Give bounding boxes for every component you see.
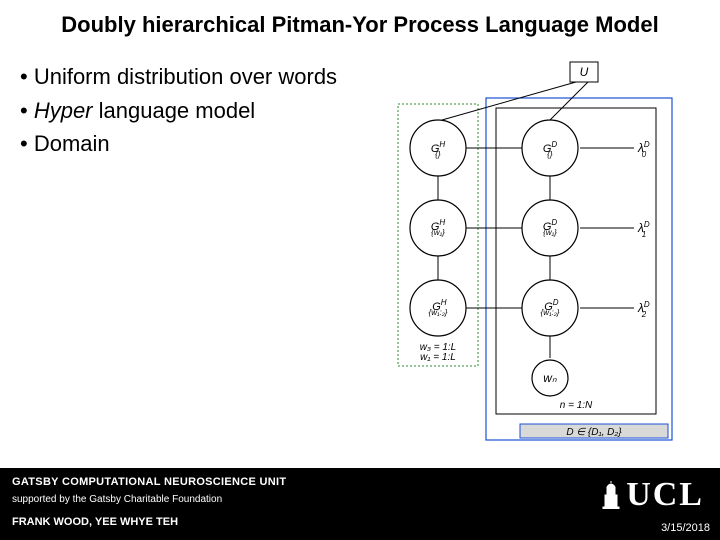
left-node-0: GH{} [431,140,446,159]
ucl-dome-icon [602,481,620,509]
n-plate-label: n = 1:N [560,400,593,411]
wn-node: wₙ [543,371,557,385]
footer-unit: GATSBY COMPUTATIONAL NEUROSCIENCE UNIT [12,476,286,488]
u-node: U [580,65,589,79]
footer: GATSBY COMPUTATIONAL NEUROSCIENCE UNIT s… [0,468,720,540]
d-plate-label: D ∈ {D₁, D₂} [566,427,622,438]
model-diagram: D ∈ {D₁, D₂} w₁ = 1:L n = 1:N U GH{} GH{… [380,58,690,448]
bullet-2-rest: language model [93,98,256,123]
right-node-2: GD{w₁:₂} [541,298,560,317]
left-node-1: GH{w₁} [431,218,446,237]
lambda-1: λD1 [637,220,650,239]
slide-title: Doubly hierarchical Pitman-Yor Process L… [0,12,720,38]
bullet-list: Uniform distribution over words Hyper la… [20,62,380,163]
footer-date: 3/15/2018 [661,522,710,534]
bullet-1: Uniform distribution over words [20,62,380,92]
right-node-0: GD{} [543,140,558,159]
lambda-2: λD2 [637,300,650,319]
footer-support: supported by the Gatsby Charitable Found… [12,494,222,505]
left-node-2: GH{w₁:₂} [429,298,448,317]
bullet-2-italic: Hyper [34,98,93,123]
footer-authors: FRANK WOOD, YEE WHYE TEH [12,516,178,528]
left-obs-label: w₃ = 1:L [420,342,456,353]
ucl-logo: UCL [602,476,704,514]
ucl-text: UCL [626,476,704,514]
left-plate-label: w₁ = 1:L [420,352,456,363]
bullet-2: Hyper language model [20,96,380,126]
bullet-3: Domain [20,129,380,159]
lambda-0: λD0 [637,140,650,159]
right-node-1: GD{w₁} [543,218,558,237]
